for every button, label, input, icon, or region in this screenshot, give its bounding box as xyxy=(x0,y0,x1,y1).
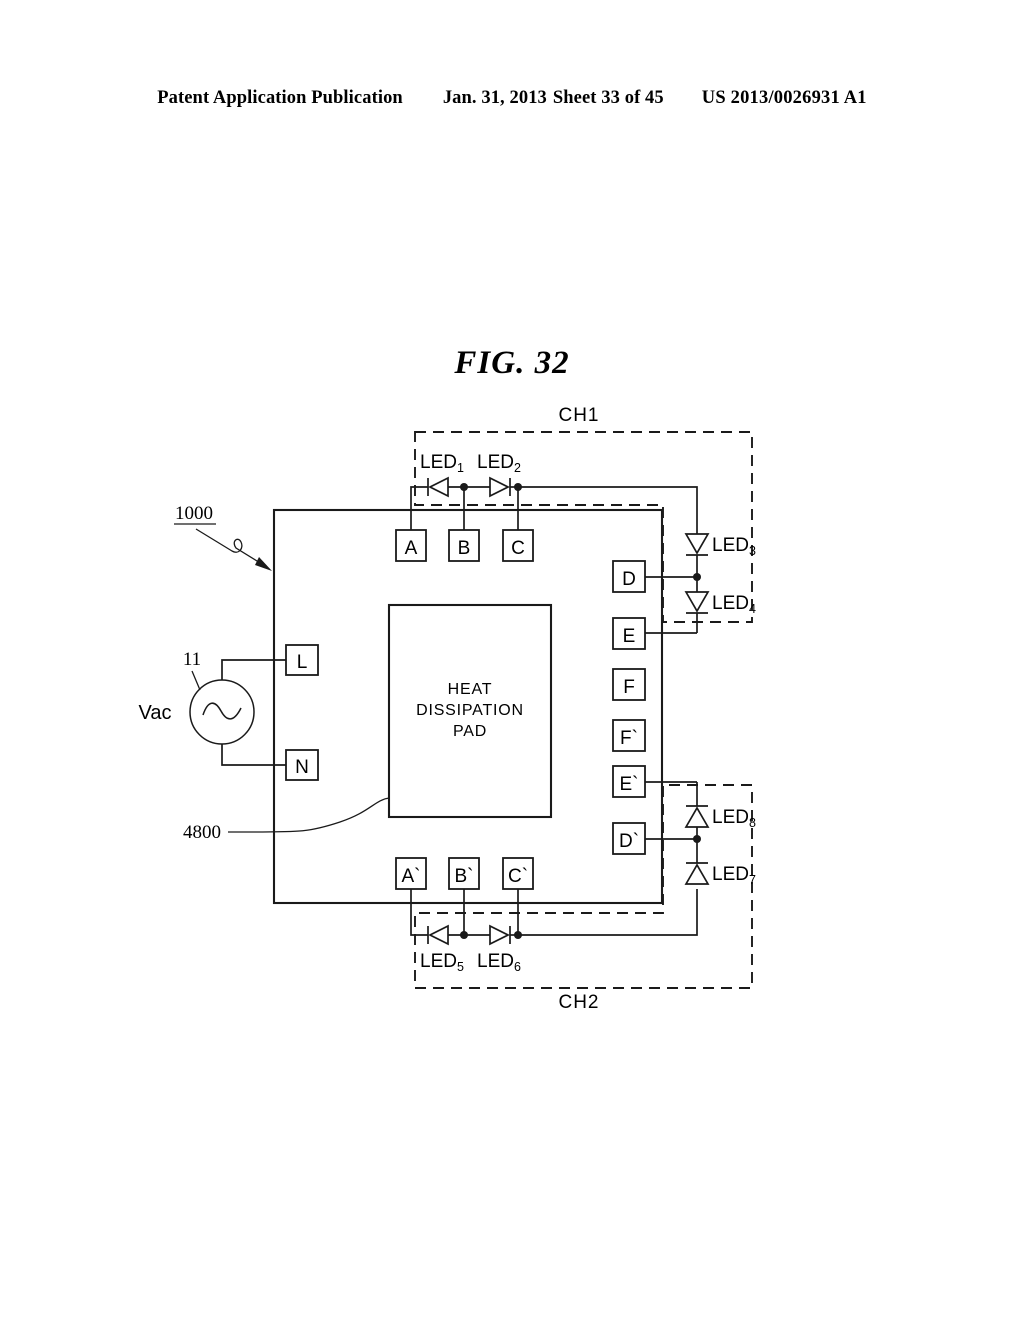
pin-d[interactable]: D xyxy=(612,560,646,593)
source-ref-leader-line xyxy=(191,670,201,691)
pin-c-prime[interactable]: C` xyxy=(502,857,534,890)
pad-label-line-1: HEAT xyxy=(448,681,493,698)
led2-label: LED2 xyxy=(477,452,521,475)
pin-d-prime[interactable]: D` xyxy=(612,822,646,855)
device-ref-arrowhead xyxy=(255,557,272,571)
led1-symbol xyxy=(427,476,449,498)
pin-b-prime-label: B` xyxy=(455,866,474,887)
ac-source-label: Vac xyxy=(139,702,172,724)
node-dot-d-prime xyxy=(693,835,701,843)
ac-to-l-wire xyxy=(221,659,286,680)
pin-a[interactable]: A xyxy=(395,529,427,562)
pin-c-prime-label: C` xyxy=(508,866,528,887)
led5-symbol xyxy=(427,924,449,946)
pin-b-prime[interactable]: B` xyxy=(448,857,480,890)
led5-label: LED5 xyxy=(420,951,464,974)
pin-c-label: C xyxy=(511,538,525,559)
pin-n[interactable]: N xyxy=(285,749,319,781)
pin-a-prime-label: A` xyxy=(402,866,421,887)
device-ref-leader-line xyxy=(195,528,266,567)
sine-wave-icon xyxy=(202,702,242,720)
led7-symbol xyxy=(684,839,710,885)
led6-label: LED6 xyxy=(477,951,521,974)
led6-symbol xyxy=(489,924,511,946)
patent-figure-page: Patent Application Publication Jan. 31, … xyxy=(0,0,1024,1320)
pin-l[interactable]: L xyxy=(285,644,319,676)
pin-a-prime[interactable]: A` xyxy=(395,857,427,890)
node-dot-c-prime xyxy=(514,931,522,939)
pin-n-label: N xyxy=(295,757,309,778)
pin-d-prime-label: D` xyxy=(619,831,639,852)
node-dot-b-prime xyxy=(460,931,468,939)
pin-c[interactable]: C xyxy=(502,529,534,562)
pin-e-label: E xyxy=(623,626,636,647)
pin-e-prime-label: E` xyxy=(620,774,639,795)
pin-e[interactable]: E xyxy=(612,617,646,650)
led4-symbol xyxy=(684,577,710,633)
led8-label: LED8 xyxy=(712,807,756,830)
node-dot-b xyxy=(460,483,468,491)
pad-ref-leader-line xyxy=(228,797,390,833)
ch1-label: CH1 xyxy=(558,405,599,426)
pin-e-prime[interactable]: E` xyxy=(612,765,646,798)
ac-to-n-wire xyxy=(221,744,286,766)
node-dot-c xyxy=(514,483,522,491)
pad-label-line-2: DISSIPATION xyxy=(416,702,524,719)
circuit-diagram: CH1 CH2 HEAT DISSIPATION PAD 1000 4800 V… xyxy=(139,405,756,1013)
wire-nodecp-to-led7 xyxy=(518,889,698,936)
device-ref-label: 1000 xyxy=(175,503,213,524)
pin-f[interactable]: F xyxy=(612,668,646,701)
pin-b-label: B xyxy=(458,538,471,559)
pin-f-prime[interactable]: F` xyxy=(612,719,646,752)
pin-d-label: D xyxy=(622,569,636,590)
led4-label: LED4 xyxy=(712,593,756,616)
led1-label: LED1 xyxy=(420,452,464,475)
ch2-label: CH2 xyxy=(558,992,599,1013)
led7-label: LED7 xyxy=(712,864,756,887)
wire-a-to-led1 xyxy=(410,486,428,530)
pin-f-label: F xyxy=(623,677,635,698)
led2-symbol xyxy=(489,476,511,498)
pad-label-line-3: PAD xyxy=(453,723,487,740)
pin-b[interactable]: B xyxy=(448,529,480,562)
led3-symbol xyxy=(684,533,710,577)
wire-aprime-to-led5 xyxy=(410,889,428,936)
source-ref-label: 11 xyxy=(183,649,201,670)
led3-label: LED3 xyxy=(712,535,756,558)
pin-a-label: A xyxy=(405,538,418,559)
led8-symbol xyxy=(684,782,710,839)
pad-ref-label: 4800 xyxy=(183,822,221,843)
pin-f-prime-label: F` xyxy=(620,728,638,749)
pin-l-label: L xyxy=(297,652,308,673)
node-dot-d xyxy=(693,573,701,581)
